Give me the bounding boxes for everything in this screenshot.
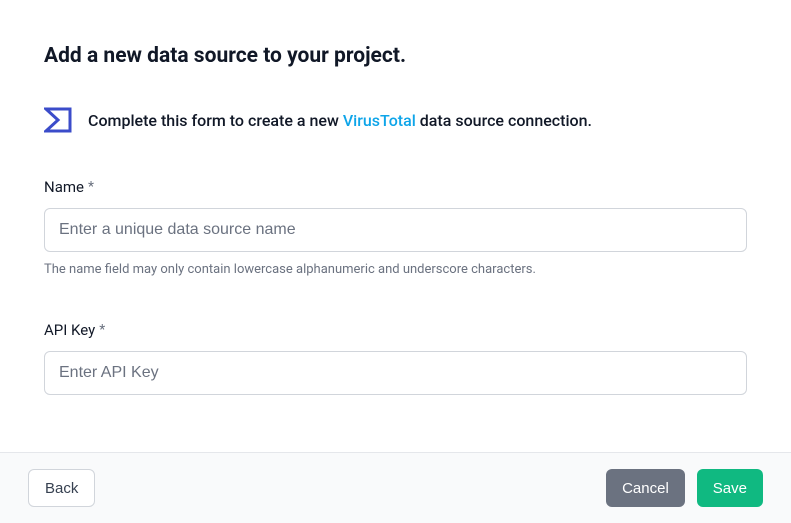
- provider-link[interactable]: VirusTotal: [343, 111, 416, 130]
- banner-text: Complete this form to create a new Virus…: [88, 111, 592, 130]
- required-indicator: *: [88, 179, 94, 195]
- required-indicator: *: [99, 322, 105, 338]
- name-input[interactable]: [44, 208, 747, 252]
- info-banner: Complete this form to create a new Virus…: [44, 106, 747, 134]
- back-button[interactable]: Back: [28, 469, 95, 507]
- api-key-input[interactable]: [44, 351, 747, 395]
- api-key-label: API Key: [44, 321, 95, 339]
- name-field-group: Name * The name field may only contain l…: [44, 178, 747, 277]
- name-label-row: Name *: [44, 178, 747, 196]
- cancel-button[interactable]: Cancel: [606, 469, 685, 507]
- save-button[interactable]: Save: [697, 469, 763, 507]
- footer-right-actions: Cancel Save: [606, 469, 763, 507]
- name-help-text: The name field may only contain lowercas…: [44, 262, 747, 277]
- name-label: Name: [44, 178, 84, 196]
- page-title: Add a new data source to your project.: [44, 44, 747, 68]
- form-content: Add a new data source to your project. C…: [0, 0, 791, 452]
- virustotal-logo-icon: [44, 106, 72, 134]
- banner-prefix: Complete this form to create a new: [88, 111, 343, 130]
- api-key-label-row: API Key *: [44, 321, 747, 339]
- banner-suffix: data source connection.: [416, 111, 592, 130]
- dialog-footer: Back Cancel Save: [0, 452, 791, 523]
- api-key-field-group: API Key *: [44, 321, 747, 395]
